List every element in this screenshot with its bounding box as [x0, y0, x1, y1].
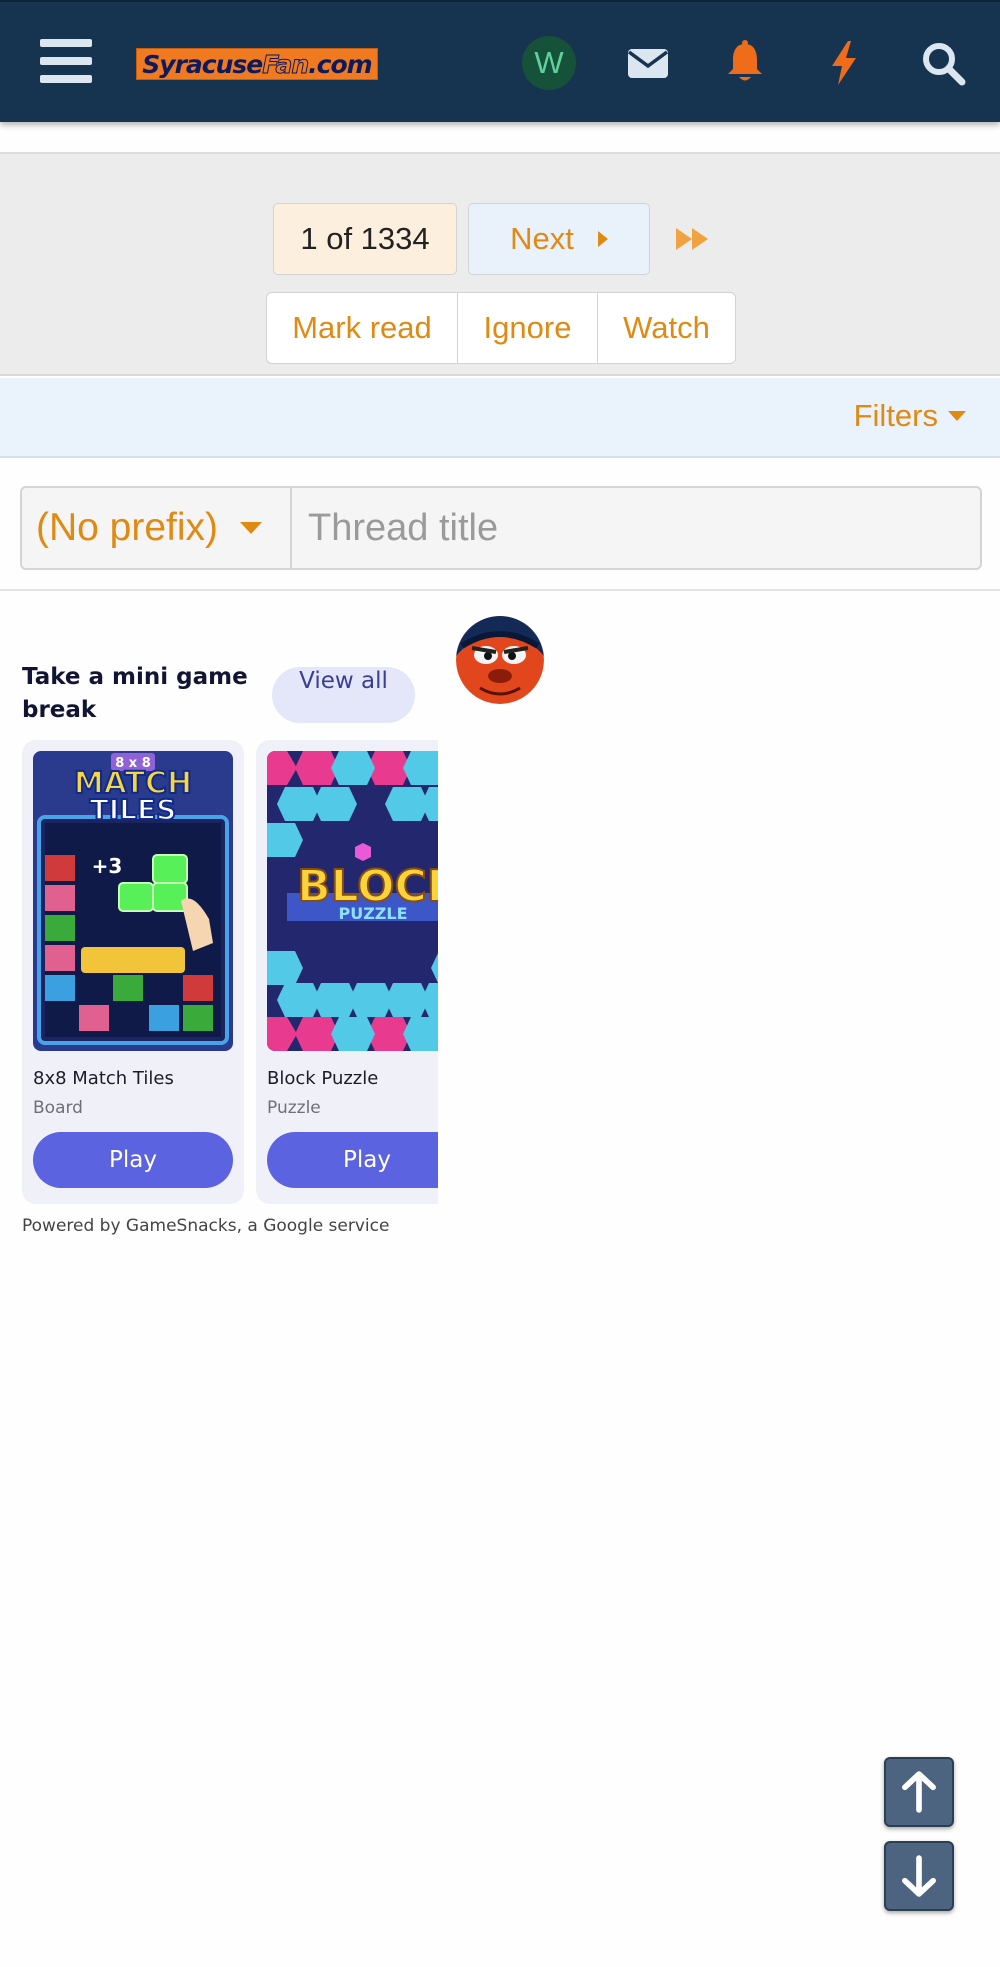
menu-icon[interactable]: [40, 39, 92, 87]
ignore-button[interactable]: Ignore: [457, 292, 598, 364]
game-category: Board: [33, 1098, 83, 1118]
filters-bar: Filters: [0, 378, 1000, 458]
new-thread-form: (No prefix): [20, 486, 982, 570]
scroll-to-top-button[interactable]: [884, 1757, 954, 1827]
ignore-label: Ignore: [483, 310, 572, 345]
block-puzzle-thumbnail[interactable]: BLOCK PUZZLE: [267, 751, 438, 1051]
top-navigation-bar: Syracuse Fan .com W: [0, 0, 1000, 122]
search-icon[interactable]: [916, 36, 970, 90]
caret-right-icon: [597, 231, 608, 247]
thread-title-input[interactable]: [292, 488, 980, 568]
view-all-label: View all: [299, 668, 388, 694]
match-tiles-thumbnail[interactable]: 8 x 8 MATCH TILES +3: [33, 751, 233, 1051]
mark-read-label: Mark read: [292, 310, 432, 345]
scroll-to-bottom-button[interactable]: [884, 1841, 954, 1911]
logo-text-fan: Fan: [262, 49, 310, 79]
site-logo[interactable]: Syracuse Fan .com: [136, 48, 378, 80]
bolt-icon[interactable]: [817, 36, 871, 90]
next-label: Next: [510, 221, 574, 256]
watch-label: Watch: [623, 310, 710, 345]
logo-text-syracuse: Syracuse: [142, 49, 263, 79]
pager-area: 1 of 1334 Next Mark read Ignore Watch: [0, 152, 1000, 376]
game-name: 8x8 Match Tiles: [33, 1068, 174, 1089]
play-button[interactable]: Play: [33, 1132, 233, 1188]
art-text: +3: [92, 854, 123, 878]
filters-label: Filters: [853, 398, 938, 433]
page-count-label: 1 of 1334: [300, 221, 430, 256]
games-widget-title: Take a mini game break: [22, 664, 248, 723]
prefix-select[interactable]: (No prefix): [22, 488, 292, 568]
page-count-button[interactable]: 1 of 1334: [273, 203, 457, 275]
game-name: Block Puzzle: [267, 1068, 379, 1089]
art-text: TILES: [90, 793, 177, 826]
last-page-icon[interactable]: [674, 226, 714, 252]
next-page-button[interactable]: Next: [468, 203, 650, 275]
mascot-avatar[interactable]: [456, 616, 544, 704]
game-card[interactable]: BLOCK PUZZLE Block Puzzle Puzzle Play: [256, 740, 438, 1204]
view-all-button[interactable]: View all: [272, 667, 415, 723]
filters-button[interactable]: Filters: [854, 398, 966, 434]
user-avatar[interactable]: W: [522, 36, 576, 90]
prefix-label: (No prefix): [36, 506, 219, 549]
envelope-icon[interactable]: [621, 36, 675, 90]
game-card[interactable]: 8 x 8 MATCH TILES +3 8x8 Match Tiles Boa…: [22, 740, 244, 1204]
watch-button[interactable]: Watch: [597, 292, 736, 364]
chevron-down-icon: [948, 411, 966, 421]
bell-icon[interactable]: [718, 36, 772, 90]
game-carousel[interactable]: 8 x 8 MATCH TILES +3 8x8 Match Tiles Boa…: [22, 740, 438, 1206]
chevron-down-icon: [240, 522, 263, 534]
art-text: PUZZLE: [338, 904, 407, 923]
mark-read-button[interactable]: Mark read: [266, 292, 458, 364]
play-button[interactable]: Play: [267, 1132, 438, 1188]
powered-by-text: Powered by GameSnacks, a Google service: [22, 1216, 390, 1236]
logo-text-com: .com: [308, 49, 373, 79]
game-category: Puzzle: [267, 1098, 321, 1118]
divider: [0, 589, 1000, 591]
